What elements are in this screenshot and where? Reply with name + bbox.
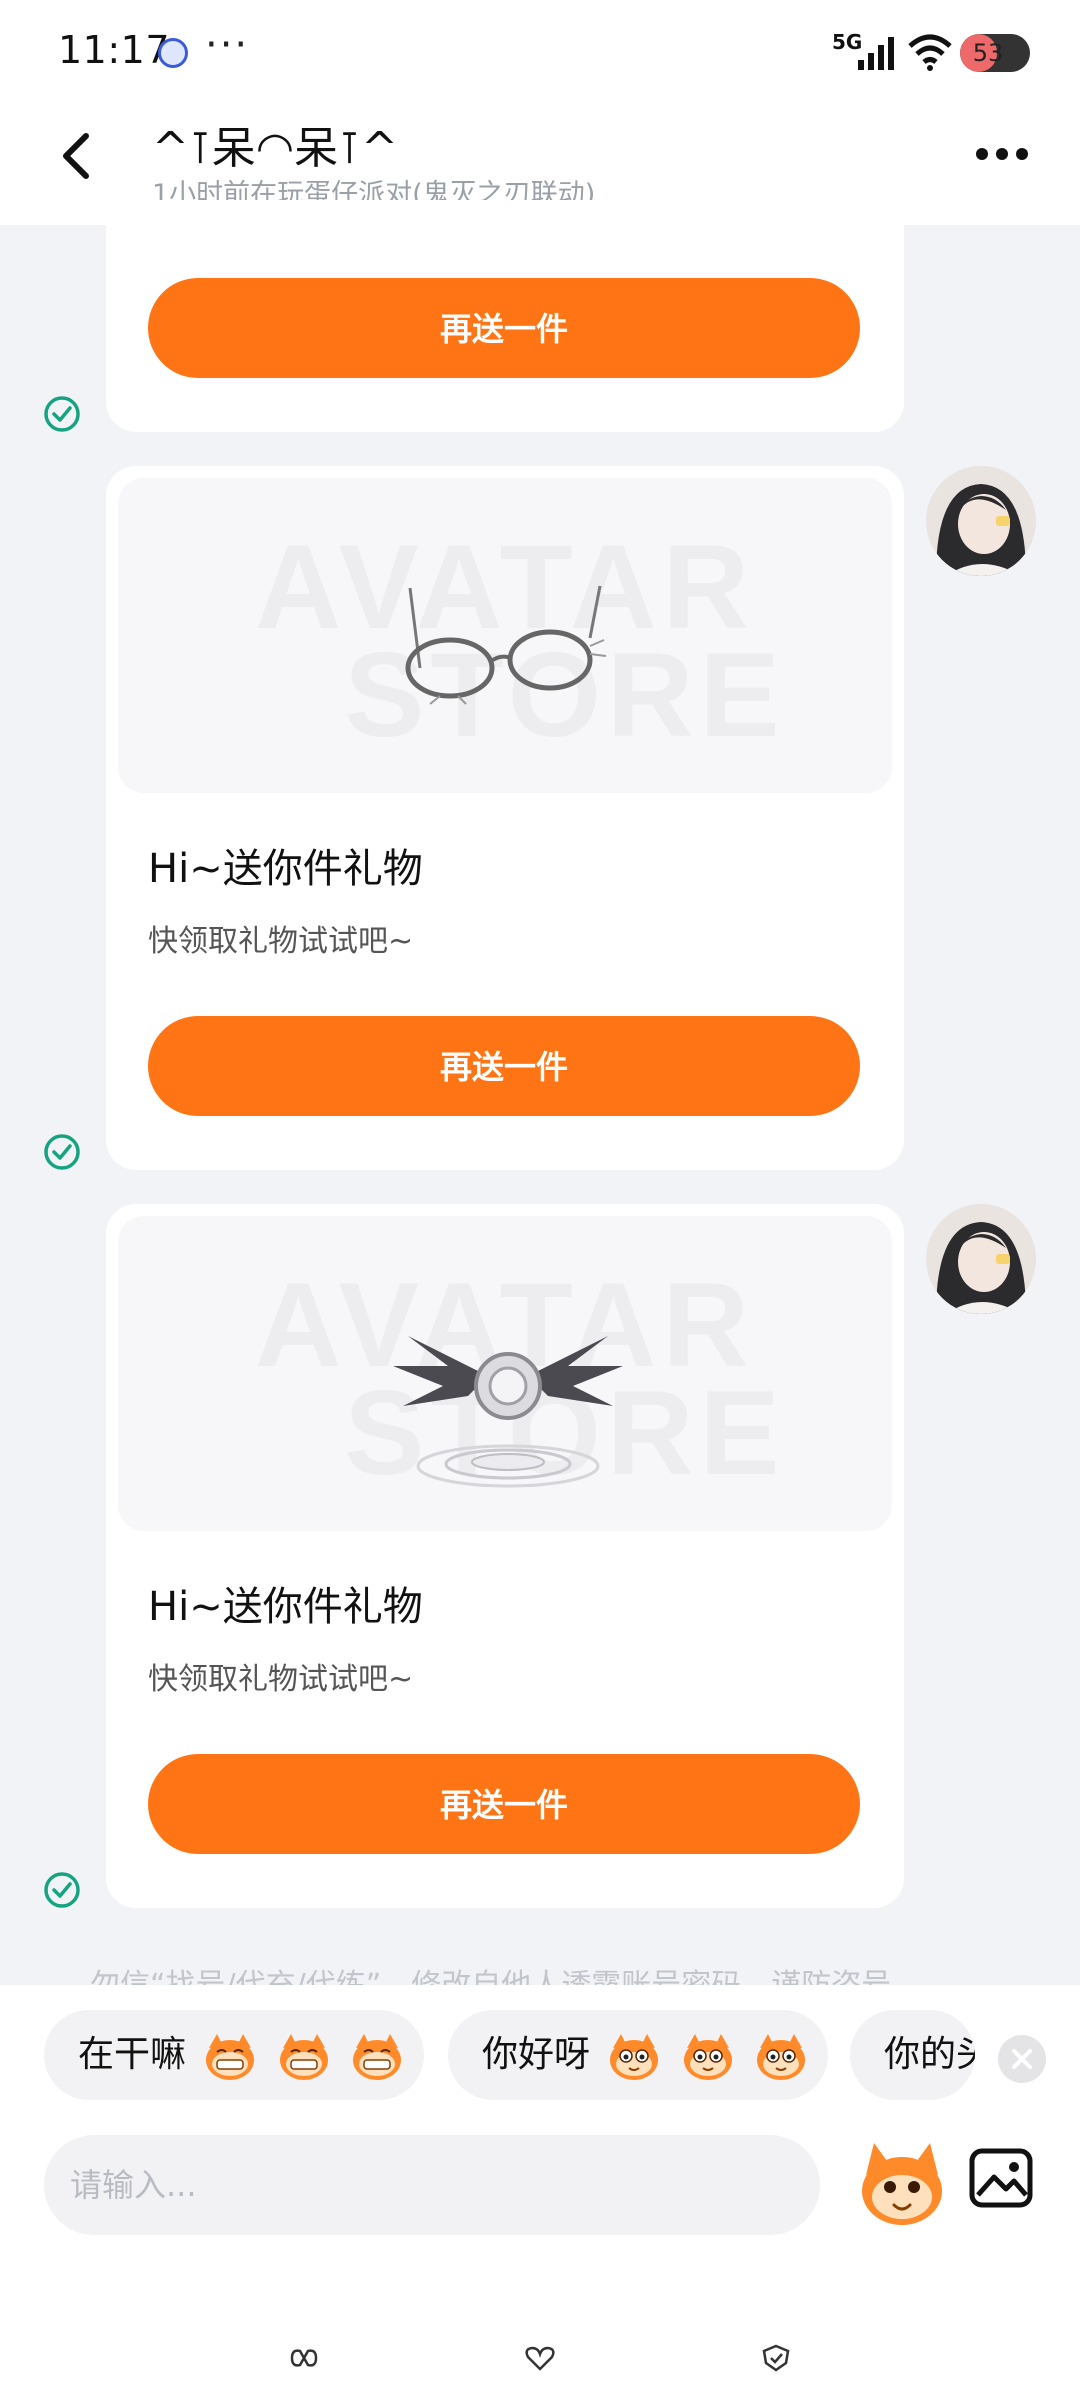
quick-reply-chip[interactable]: 你的头 <box>850 2010 975 2100</box>
gift-subtitle: 快领取礼物试试吧~ <box>148 1662 414 1697</box>
send-again-button[interactable]: 再送一件 <box>148 1754 860 1854</box>
image-picker-icon[interactable] <box>966 2143 1036 2213</box>
nav-heart-icon[interactable] <box>522 2343 558 2373</box>
gift-message-card: AVATAR STORE Hi~送你件礼物 快领取礼物试试吧~ 再送一件 <box>106 1204 904 1908</box>
close-quick-replies-button[interactable] <box>998 2035 1046 2083</box>
signal-icon <box>858 37 894 70</box>
grin-mascot-icon <box>353 2034 402 2080</box>
grin-mascot-icon <box>279 2034 328 2080</box>
composer-area: 在干嘛 你好呀 你的头 <box>0 1985 1080 2400</box>
gift-message-card: AVATAR STORE Hi~送你件礼物 快领取礼物试试吧~ 再送一件 <box>106 466 904 1170</box>
more-options-icon[interactable] <box>972 134 1032 174</box>
avatar[interactable] <box>926 1204 1036 1314</box>
wifi-icon <box>908 34 952 71</box>
gift-title: Hi~送你件礼物 <box>148 846 423 892</box>
gift-image[interactable]: AVATAR STORE <box>118 1216 892 1531</box>
quick-reply-chip[interactable]: 在干嘛 <box>44 2010 424 2100</box>
read-check-icon <box>44 396 80 432</box>
close-icon <box>1012 2049 1032 2069</box>
grin-mascot-icon <box>206 2034 255 2080</box>
quick-reply-label: 在干嘛 <box>78 2034 187 2075</box>
app-notification-icon <box>158 38 188 68</box>
gift-subtitle: 快领取礼物试试吧~ <box>148 924 414 959</box>
emoji-mascot-button[interactable] <box>852 2135 952 2235</box>
contact-name: ^⊺呆◠呆⊺^ <box>152 123 398 174</box>
nav-shield-icon[interactable] <box>758 2343 794 2373</box>
more-notifications-icon: ··· <box>205 22 250 68</box>
send-again-button[interactable]: 再送一件 <box>148 1016 860 1116</box>
smile-mascot-icon <box>610 2034 659 2080</box>
smile-mascot-icon <box>683 2034 732 2080</box>
read-check-icon <box>44 1872 80 1908</box>
quick-reply-label: 你的头 <box>884 2034 975 2075</box>
send-again-button[interactable]: 再送一件 <box>148 278 860 378</box>
smile-mascot-icon <box>757 2034 806 2080</box>
status-time: 11:17 <box>58 28 171 72</box>
glasses-icon <box>405 585 607 705</box>
gift-image[interactable]: AVATAR STORE <box>118 478 892 793</box>
quick-reply-chip[interactable]: 你好呀 <box>448 2010 828 2100</box>
wings-halo-icon <box>393 1336 623 1488</box>
system-nav-bar <box>0 2325 1080 2400</box>
avatar[interactable] <box>926 466 1036 576</box>
battery-level: 53 <box>972 39 1004 67</box>
quick-reply-label: 你好呀 <box>482 2034 591 2075</box>
battery-icon: 53 <box>960 34 1030 72</box>
gift-message-card: 再送一件 <box>106 200 904 432</box>
nav-link-icon[interactable] <box>286 2343 322 2373</box>
message-input[interactable] <box>44 2135 820 2235</box>
back-arrow-icon[interactable] <box>50 126 110 186</box>
gift-title: Hi~送你件礼物 <box>148 1584 423 1630</box>
status-bar: 11:17 ··· 5G 53 <box>0 0 1080 100</box>
read-check-icon <box>44 1134 80 1170</box>
